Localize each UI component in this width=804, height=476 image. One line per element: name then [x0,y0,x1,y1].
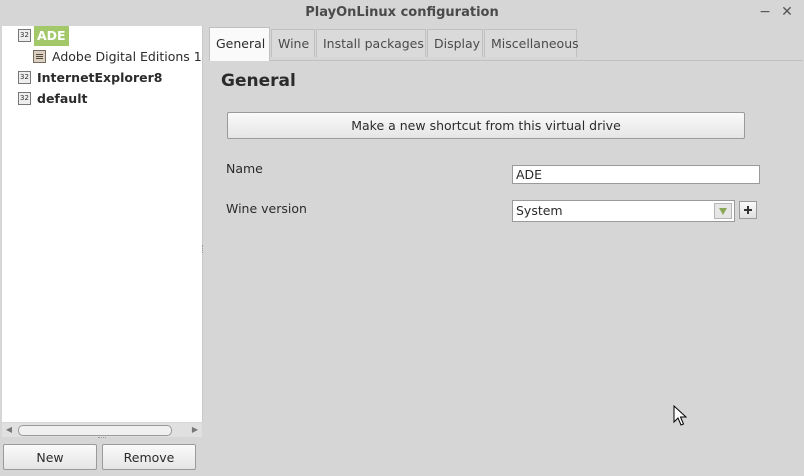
wine-version-select[interactable]: System [512,200,735,222]
make-shortcut-button[interactable]: Make a new shortcut from this virtual dr… [227,112,745,139]
tab-wine[interactable]: Wine [271,29,315,57]
drive-32-icon: 32 [18,71,31,84]
virtual-drive-tree[interactable]: 32 ADE Adobe Digital Editions 1.7 32 Int… [2,26,203,422]
tab-install-packages[interactable]: Install packages [316,29,426,57]
mouse-cursor-icon [673,404,688,430]
bottom-grip-handle[interactable] [98,437,106,441]
tab-miscellaneous[interactable]: Miscellaneous [484,29,579,57]
remove-button[interactable]: Remove [102,444,196,470]
wine-version-value: System [516,203,563,218]
close-icon[interactable]: ✕ [778,3,796,21]
scroll-thumb[interactable] [18,425,172,436]
pane-splitter-handle[interactable] [202,245,206,253]
name-label: Name [226,161,263,176]
tab-general[interactable]: General [209,27,270,61]
add-wine-version-button[interactable] [739,201,757,219]
tree-item-label: Adobe Digital Editions 1.7 [52,49,203,64]
drive-32-icon: 32 [18,92,31,105]
drive-32-icon: 32 [18,29,31,42]
title-bar: PlayOnLinux configuration − ✕ [0,0,804,26]
new-button[interactable]: New [3,444,97,470]
panel-heading: General [221,71,296,91]
tree-item-label: ADE [34,26,69,46]
scroll-right-icon[interactable]: ▶ [188,423,202,437]
tree-item-label: InternetExplorer8 [37,70,163,85]
window-title: PlayOnLinux configuration [305,5,499,20]
chevron-down-icon[interactable] [714,203,732,219]
horizontal-scrollbar[interactable]: ◀ ▶ [2,423,202,437]
general-panel: General Make a new shortcut from this vi… [209,60,803,475]
wine-version-label: Wine version [226,201,307,216]
tree-item-label: default [37,91,88,106]
app-icon [33,50,46,63]
name-input[interactable] [512,165,760,184]
scroll-left-icon[interactable]: ◀ [2,423,16,437]
minimize-icon[interactable]: − [756,3,774,21]
tab-display[interactable]: Display [427,29,483,57]
